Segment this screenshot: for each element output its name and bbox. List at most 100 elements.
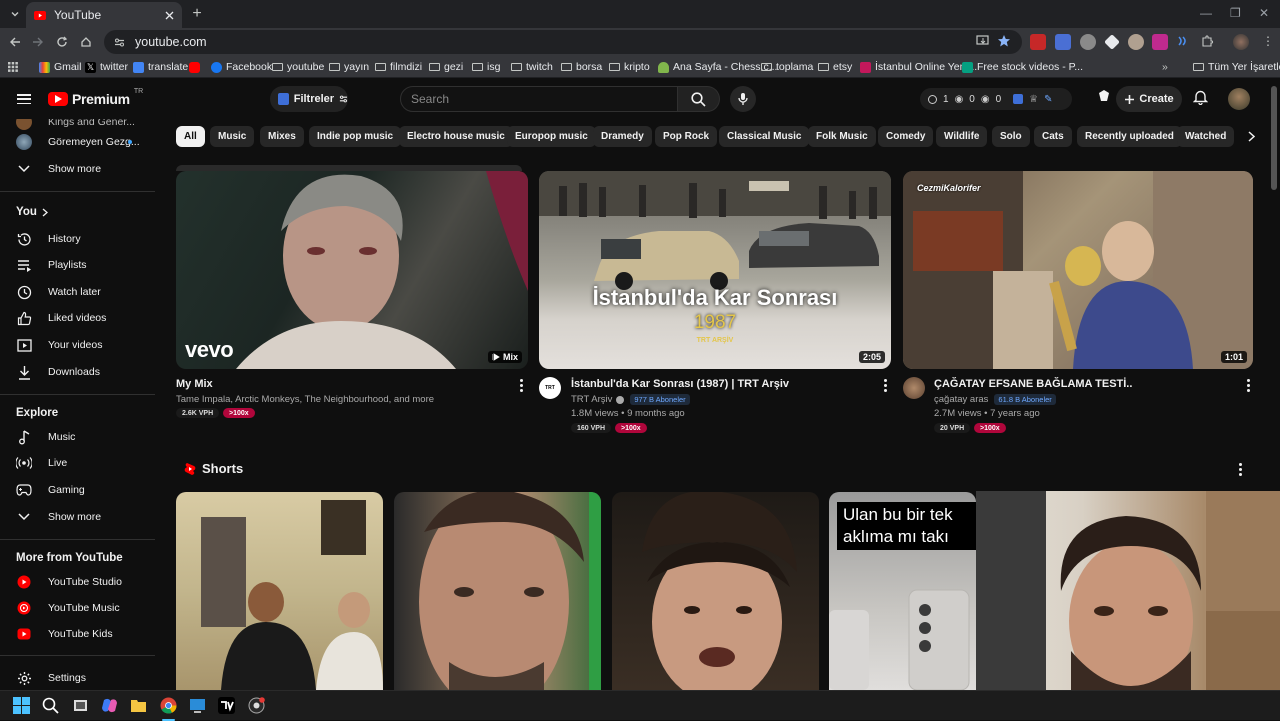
bookmark-free-stock-videos[interactable]: Free stock videos - P... xyxy=(962,60,1083,74)
all-bookmarks-folder[interactable]: Tüm Yer İşaretleri xyxy=(1193,60,1280,74)
chip-indie-pop-music[interactable]: Indie pop music xyxy=(309,126,402,147)
sidebar-item-your-videos[interactable]: Your videos xyxy=(0,332,160,358)
bookmark-folder-yayin[interactable]: yayın xyxy=(329,60,369,74)
bookmark-folder-isg[interactable]: isg xyxy=(472,60,500,74)
sidebar-you-heading[interactable]: You xyxy=(0,199,160,225)
chip-watched[interactable]: Watched xyxy=(1177,126,1235,147)
video-channel[interactable]: Tame Impala, Arctic Monkeys, The Neighbo… xyxy=(176,394,434,405)
close-tab-icon[interactable] xyxy=(165,11,174,20)
video-channel[interactable]: çağatay aras xyxy=(934,394,988,405)
close-window-icon[interactable]: ✕ xyxy=(1259,6,1269,20)
video-thumbnail-cagatay[interactable]: CezmiKalorifer 1:01 xyxy=(903,171,1253,369)
channel-avatar-cagatay[interactable] xyxy=(903,377,925,399)
bookmark-istanbul-online[interactable]: İstanbul Online Yem... xyxy=(860,60,977,74)
chip-folk-music[interactable]: Folk Music xyxy=(808,126,876,147)
video-more-icon[interactable] xyxy=(884,379,887,394)
search-button[interactable] xyxy=(678,86,720,112)
bookmark-star-icon[interactable] xyxy=(997,34,1013,50)
chip-comedy[interactable]: Comedy xyxy=(878,126,934,147)
short-thumbnail-3[interactable] xyxy=(612,492,819,690)
task-view-icon[interactable] xyxy=(72,697,89,714)
chip-pop-rock[interactable]: Pop Rock xyxy=(655,126,718,147)
extension-icon[interactable] xyxy=(1080,34,1096,50)
bookmark-gmail[interactable]: Gmail xyxy=(39,60,81,74)
short-thumbnail-2[interactable] xyxy=(394,492,601,690)
notifications-bell-icon[interactable] xyxy=(1193,89,1208,105)
short-thumbnail-4[interactable]: Ulan bu bir tek aklıma mı takı xyxy=(829,492,976,690)
extension-icon[interactable] xyxy=(1176,34,1192,50)
page-scrollbar[interactable] xyxy=(1271,86,1277,190)
chip-solo[interactable]: Solo xyxy=(992,126,1030,147)
translate-extension-icon[interactable] xyxy=(1055,34,1071,50)
bookmark-folder-borsa[interactable]: borsa xyxy=(561,60,602,74)
windows-start-icon[interactable] xyxy=(13,697,30,714)
extension-icon[interactable] xyxy=(1128,34,1144,50)
shorts-more-icon[interactable] xyxy=(1239,463,1242,478)
bookmark-folder-kripto[interactable]: kripto xyxy=(609,60,650,74)
browser-menu-icon[interactable]: ⋮ xyxy=(1260,34,1276,50)
search-input[interactable]: Search xyxy=(400,86,678,112)
chip-classical-music[interactable]: Classical Music xyxy=(719,126,810,147)
restore-icon[interactable]: ❐ xyxy=(1230,6,1241,20)
chips-next-chevron-icon[interactable] xyxy=(1239,126,1263,147)
video-title[interactable]: My Mix xyxy=(176,378,213,390)
sidebar-item-downloads[interactable]: Downloads xyxy=(0,359,160,385)
chip-all[interactable]: All xyxy=(176,126,205,147)
bookmark-translate[interactable]: translate xyxy=(133,60,188,74)
chrome-icon[interactable] xyxy=(160,697,177,714)
bookmark-folder-toplama[interactable]: toplama xyxy=(761,60,813,74)
account-avatar[interactable] xyxy=(1228,88,1250,110)
chip-mixes[interactable]: Mixes xyxy=(260,126,304,147)
filters-button[interactable]: Filtreler xyxy=(270,86,348,112)
install-app-icon[interactable] xyxy=(976,34,992,50)
sidebar-item-live[interactable]: Live xyxy=(0,450,160,476)
sidebar-item-watch-later[interactable]: Watch later xyxy=(0,279,160,305)
video-thumbnail-my-mix[interactable]: vevo Mix xyxy=(176,171,528,369)
sidebar-item-settings[interactable]: Settings xyxy=(0,665,160,690)
obs-recording-icon[interactable] xyxy=(248,697,265,714)
new-tab-button[interactable]: + xyxy=(188,5,206,23)
chip-europop-music[interactable]: Europop music xyxy=(507,126,596,147)
sidebar-item-liked-videos[interactable]: Liked videos xyxy=(0,305,160,331)
video-title[interactable]: ÇAĞATAY EFSANE BAĞLAMA TESTİ.. xyxy=(934,378,1132,390)
chip-music[interactable]: Music xyxy=(210,126,255,147)
bookmark-folder-etsy[interactable]: etsy xyxy=(818,60,852,74)
bookmark-chess[interactable]: Ana Sayfa - Chess.c... xyxy=(658,60,777,74)
bookmark-facebook[interactable]: Facebook xyxy=(211,60,272,74)
forward-icon[interactable] xyxy=(29,33,47,51)
create-button[interactable]: Create xyxy=(1116,86,1182,112)
reload-icon[interactable] xyxy=(53,33,71,51)
video-more-icon[interactable] xyxy=(1247,379,1250,394)
profile-avatar[interactable] xyxy=(1233,34,1249,50)
home-icon[interactable] xyxy=(77,33,95,51)
bookmarks-overflow-chevron-icon[interactable]: » xyxy=(1162,60,1168,74)
sidebar-item-youtube-kids[interactable]: YouTube Kids xyxy=(0,621,160,647)
sidebar-subscription-goremeyen[interactable]: Göremeyen Gezg... xyxy=(0,129,160,155)
apps-grid-icon[interactable] xyxy=(8,60,18,74)
address-bar[interactable]: youtube.com xyxy=(104,30,1022,54)
sidebar-item-youtube-music[interactable]: YouTube Music xyxy=(0,595,160,621)
extension-icon[interactable] xyxy=(1104,34,1120,50)
extension-shield-icon[interactable] xyxy=(1097,89,1111,103)
video-channel[interactable]: TRT Arşiv xyxy=(571,394,612,405)
channel-avatar-trt[interactable]: TRT xyxy=(539,377,561,399)
chip-cats[interactable]: Cats xyxy=(1034,126,1072,147)
copilot-icon[interactable] xyxy=(101,697,118,714)
video-thumbnail-istanbul-kar[interactable]: İstanbul'da Kar Sonrası 1987 TRT ARŞİV 2… xyxy=(539,171,891,369)
browser-tab-youtube[interactable]: YouTube xyxy=(26,2,182,28)
back-icon[interactable] xyxy=(6,33,24,51)
extension-icon[interactable] xyxy=(1152,34,1168,50)
sidebar-item-youtube-studio[interactable]: YouTube Studio xyxy=(0,569,160,595)
taskbar-search-icon[interactable] xyxy=(42,697,59,714)
file-explorer-icon[interactable] xyxy=(130,697,147,714)
chip-recently-uploaded[interactable]: Recently uploaded xyxy=(1077,126,1182,147)
sidebar-show-more-explore[interactable]: Show more xyxy=(0,504,160,530)
bookmark-folder-filmdizi[interactable]: filmdizi xyxy=(375,60,422,74)
tab-search-chevron-icon[interactable] xyxy=(6,5,24,23)
short-thumbnail-1[interactable] xyxy=(176,492,383,690)
menu-hamburger-icon[interactable] xyxy=(17,94,31,105)
bookmark-folder-twitch[interactable]: twitch xyxy=(511,60,553,74)
bookmark-folder-youtube[interactable]: youtube xyxy=(272,60,324,74)
chip-dramedy[interactable]: Dramedy xyxy=(593,126,652,147)
extensions-puzzle-icon[interactable] xyxy=(1200,34,1216,50)
